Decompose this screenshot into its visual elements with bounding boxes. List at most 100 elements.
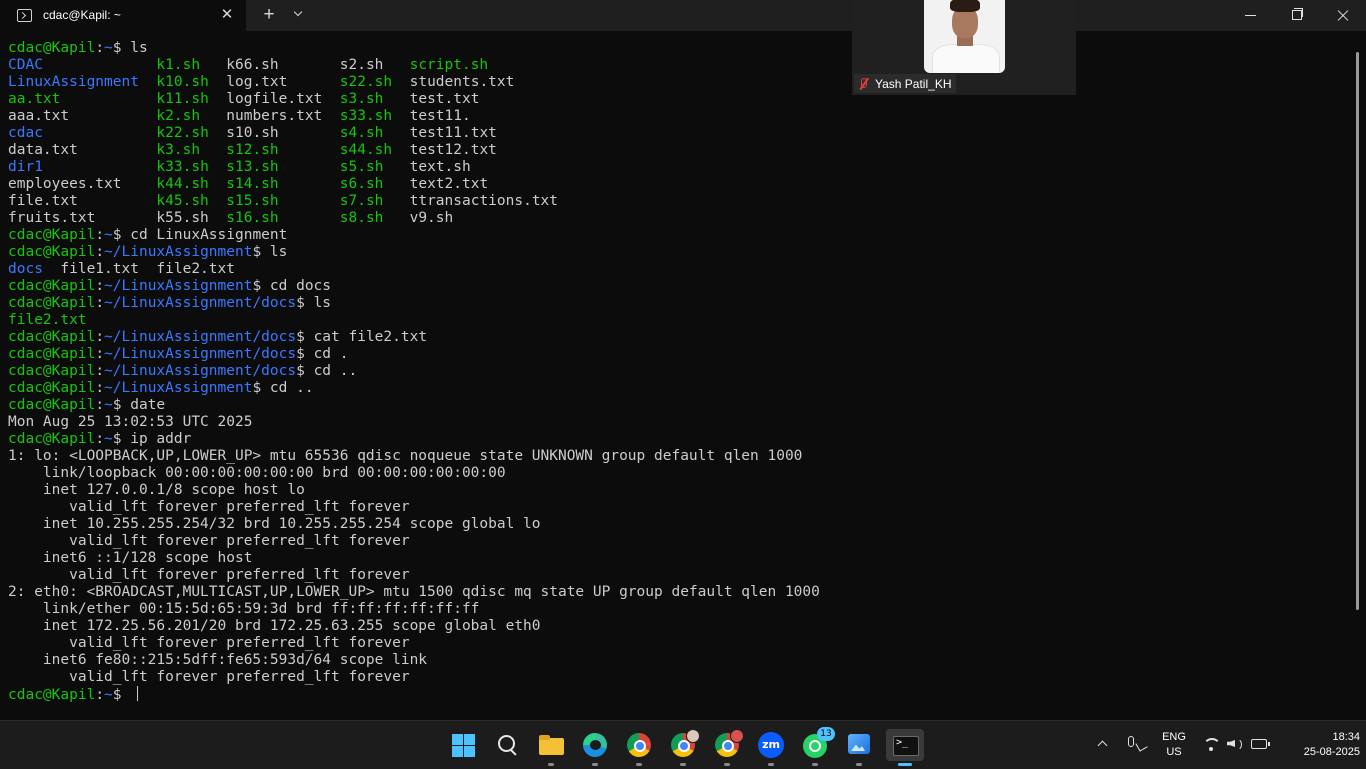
windows-logo-icon — [452, 734, 463, 745]
executable-name: s3.sh — [339, 91, 384, 107]
executable-name: k45.sh — [156, 193, 209, 209]
terminal-text: numbers.txt — [200, 108, 340, 124]
new-tab-button[interactable]: + — [259, 4, 279, 26]
clock-date: 25-08-2025 — [1303, 746, 1360, 758]
prompt-user: cdac@Kapil — [8, 431, 96, 447]
prompt-path: ~ — [104, 687, 113, 703]
executable-name: s33.sh — [339, 108, 393, 124]
terminal-text: log.txt — [208, 74, 340, 90]
terminal-output[interactable]: cdac@Kapil:~$ ls CDAC k1.sh k66.sh s2.sh … — [8, 40, 1348, 710]
terminal-line: file.txt k45.sh s15.sh s7.sh ttransactio… — [8, 193, 1348, 210]
folder-icon[interactable] — [535, 729, 567, 766]
clock[interactable]: 18:34 25-08-2025 — [1300, 730, 1360, 760]
executable-name: k2.sh — [156, 108, 201, 124]
terminal-text: valid_lft forever preferred_lft forever — [8, 499, 410, 515]
terminal-line: cdac@Kapil:~/LinuxAssignment$ cd docs — [8, 278, 1348, 295]
terminal-text: : — [95, 227, 105, 243]
terminal-icon[interactable] — [886, 729, 924, 766]
prompt-path: ~ — [104, 40, 113, 56]
executable-name: s13.sh — [226, 159, 279, 175]
zoom-icon[interactable]: zm — [755, 729, 787, 766]
prompt-user: cdac@Kapil — [8, 244, 96, 260]
terminal-text: : — [95, 431, 105, 447]
directory-name: dir1 — [8, 159, 43, 175]
start-button[interactable] — [447, 729, 479, 761]
language-indicator[interactable]: ENG US — [1158, 730, 1190, 760]
terminal-text: : — [95, 687, 105, 703]
directory-name: cdac — [8, 125, 43, 141]
volume-icon[interactable] — [1226, 736, 1244, 752]
terminal-line: cdac@Kapil:~$ date — [8, 397, 1348, 414]
terminal-line: employees.txt k44.sh s14.sh s6.sh text2.… — [8, 176, 1348, 193]
terminal-text: file.txt — [8, 193, 157, 209]
terminal-line: cdac@Kapil:~$ cd LinuxAssignment — [8, 227, 1348, 244]
executable-name: s22.sh — [339, 74, 393, 90]
chrome-icon[interactable] — [623, 729, 655, 766]
terminal-line: cdac@Kapil:~/LinuxAssignment/docs$ ls — [8, 295, 1348, 312]
chrome-profile-icon[interactable] — [711, 729, 744, 766]
executable-name: k1.sh — [156, 57, 201, 73]
executable-name: k44.sh — [156, 176, 209, 192]
directory-name: CDAC — [8, 57, 43, 73]
terminal-line: data.txt k3.sh s12.sh s44.sh test12.txt — [8, 142, 1348, 159]
prompt-user: cdac@Kapil — [8, 278, 96, 294]
edge-icon[interactable] — [579, 729, 611, 766]
participant-video — [924, 0, 1005, 73]
terminal-text: valid_lft forever preferred_lft forever — [8, 635, 410, 651]
terminal-text: : — [95, 380, 105, 396]
microphone-icon[interactable] — [1125, 735, 1147, 755]
photos-icon[interactable] — [843, 729, 875, 766]
terminal-line: cdac@Kapil:~/LinuxAssignment$ ls — [8, 244, 1348, 261]
terminal-text: valid_lft forever preferred_lft forever — [8, 567, 410, 583]
whatsapp-icon[interactable]: 13 — [799, 727, 835, 766]
tab-title: cdac@Kapil: ~ — [43, 8, 121, 22]
terminal-text: : — [95, 295, 105, 311]
executable-name: s14.sh — [226, 176, 279, 192]
terminal-line: cdac k22.sh s10.sh s4.sh test11.txt — [8, 125, 1348, 142]
wifi-icon[interactable] — [1202, 736, 1221, 752]
chevron-down-icon[interactable] — [290, 6, 306, 24]
terminal-line: valid_lft forever preferred_lft forever — [8, 499, 1348, 516]
terminal-text: valid_lft forever preferred_lft forever — [8, 669, 410, 685]
executable-name: s12.sh — [226, 142, 279, 158]
battery-icon[interactable] — [1251, 738, 1270, 750]
terminal-line: docs file1.txt file2.txt — [8, 261, 1348, 278]
close-button[interactable] — [1320, 0, 1366, 31]
terminal-line: dir1 k33.sh s13.sh s5.sh text.sh — [8, 159, 1348, 176]
executable-name: s44.sh — [339, 142, 393, 158]
terminal-line: cdac@Kapil:~/LinuxAssignment/docs$ cd . — [8, 346, 1348, 363]
executable-name: s8.sh — [339, 210, 384, 226]
terminal-line: 2: eth0: <BROADCAST,MULTICAST,UP,LOWER_U… — [8, 584, 1348, 601]
chrome-profile-icon[interactable] — [667, 729, 700, 766]
terminal-line: 1: lo: <LOOPBACK,UP,LOWER_UP> mtu 65536 … — [8, 448, 1348, 465]
video-call-overlay[interactable]: Yash Patil_KH — [852, 0, 1076, 95]
close-tab-icon[interactable]: ✕ — [218, 5, 236, 25]
executable-name: k11.sh — [156, 91, 209, 107]
search-icon[interactable] — [491, 729, 523, 761]
terminal-text: $ cat file2.txt — [296, 329, 428, 345]
tab-terminal[interactable]: cdac@Kapil: ~ ✕ — [0, 0, 246, 31]
scrollbar[interactable] — [1356, 52, 1359, 610]
prompt-user: cdac@Kapil — [8, 397, 96, 413]
executable-name: k3.sh — [156, 142, 201, 158]
terminal-text: $ ls — [296, 295, 332, 311]
terminal-text: students.txt — [392, 74, 515, 90]
prompt-user: cdac@Kapil — [8, 346, 96, 362]
executable-name: k22.sh — [156, 125, 209, 141]
executable-name: s7.sh — [339, 193, 384, 209]
language-secondary: US — [1166, 746, 1182, 758]
terminal-line: cdac@Kapil:~$ — [8, 686, 1348, 703]
terminal-line: inet6 ::1/128 scope host — [8, 550, 1348, 567]
maximize-button[interactable] — [1274, 0, 1320, 31]
taskbar: zm 13 ENG US 18:34 25-08-2025 — [0, 720, 1366, 769]
chevron-up-icon[interactable] — [1095, 737, 1111, 753]
terminal-text: logfile.txt — [208, 91, 340, 107]
prompt-user: cdac@Kapil — [8, 380, 96, 396]
minimize-button[interactable] — [1228, 0, 1274, 31]
terminal-text: 1: lo: <LOOPBACK,UP,LOWER_UP> mtu 65536 … — [8, 448, 803, 464]
